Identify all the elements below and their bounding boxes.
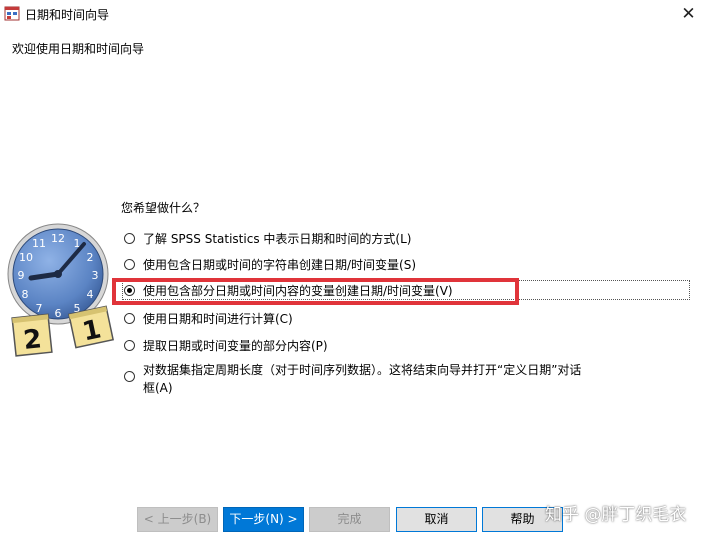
option-calculate[interactable]: 使用日期和时间进行计算(C) — [124, 309, 293, 327]
radio-button[interactable] — [124, 258, 135, 270]
option-label: 了解 SPSS Statistics 中表示日期和时间的方式(L) — [143, 231, 412, 246]
clock-numeral: 2 — [87, 251, 94, 264]
option-label: 对数据集指定周期长度（对于时间序列数据）。这将结束向导并打开“定义日期”对话框(… — [143, 363, 582, 395]
option-learn-representation[interactable]: 了解 SPSS Statistics 中表示日期和时间的方式(L) — [124, 229, 411, 247]
cancel-button[interactable]: 取消 — [396, 507, 477, 532]
option-extract-part[interactable]: 提取日期或时间变量的部分内容(P) — [124, 336, 328, 354]
option-define-periodicity[interactable]: 对数据集指定周期长度（对于时间序列数据）。这将结束向导并打开“定义日期”对话框(… — [124, 361, 583, 397]
clock-numeral: 4 — [87, 288, 94, 301]
calendar-card-number: 2 — [22, 324, 43, 356]
annotation-highlight-box — [112, 278, 519, 305]
option-label: 提取日期或时间变量的部分内容(P) — [143, 338, 328, 353]
option-create-from-string[interactable]: 使用包含日期或时间的字符串创建日期/时间变量(S) — [124, 255, 416, 273]
next-button[interactable]: 下一步(N) > — [223, 507, 304, 532]
option-label: 使用日期和时间进行计算(C) — [143, 311, 293, 326]
close-button[interactable]: ✕ — [672, 0, 705, 28]
question-label: 您希望做什么？ — [121, 201, 206, 215]
radio-button[interactable] — [124, 339, 135, 351]
app-icon — [4, 6, 20, 21]
clock-numeral: 12 — [51, 232, 65, 245]
wizard-subtitle: 欢迎使用日期和时间向导 — [12, 42, 145, 56]
option-label: 使用包含日期或时间的字符串创建日期/时间变量(S) — [143, 257, 417, 272]
back-button[interactable]: < 上一步(B) — [137, 507, 218, 532]
radio-button[interactable] — [124, 371, 135, 382]
clock-numeral: 6 — [55, 307, 62, 320]
close-icon: ✕ — [681, 4, 696, 24]
clock-numeral: 10 — [19, 251, 33, 264]
clock-numeral: 8 — [22, 288, 29, 301]
clock-illustration-icon: 12 1 2 3 4 5 6 7 8 9 10 11 2 1 — [7, 223, 115, 357]
clock-numeral: 7 — [36, 302, 43, 315]
window-title: 日期和时间向导 — [25, 8, 110, 22]
clock-numeral: 11 — [32, 237, 46, 250]
clock-numeral: 9 — [18, 269, 25, 282]
clock-numeral: 3 — [92, 269, 99, 282]
radio-button[interactable] — [124, 232, 135, 244]
radio-button[interactable] — [124, 312, 135, 324]
finish-button[interactable]: 完成 — [309, 507, 390, 532]
title-bar: 日期和时间向导 ✕ — [0, 0, 705, 28]
watermark: 知乎 @胖丁织毛衣 — [545, 505, 687, 525]
